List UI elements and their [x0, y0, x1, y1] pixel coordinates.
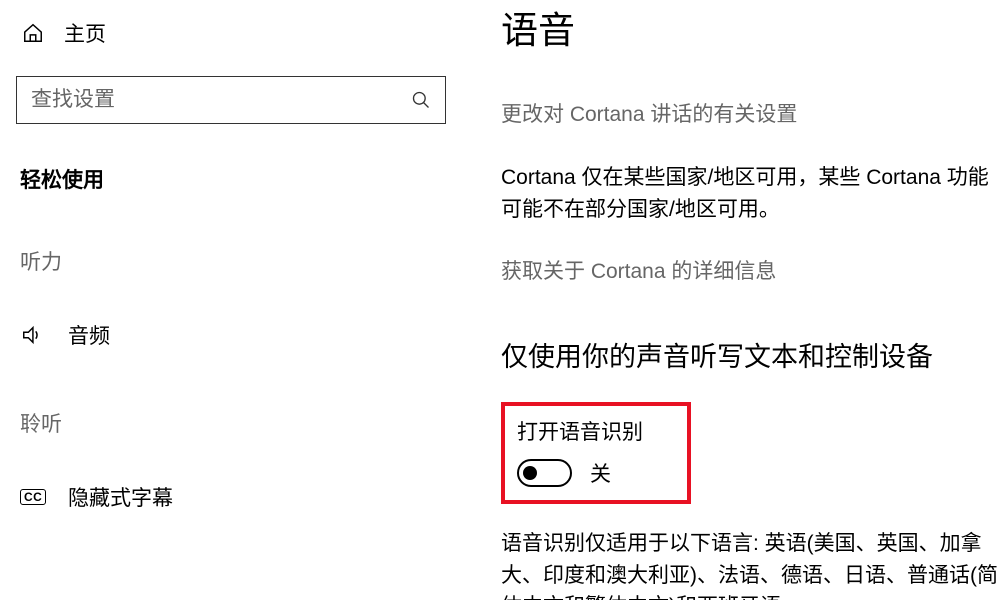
search-box[interactable] — [16, 76, 446, 124]
highlight-annotation: 打开语音识别 关 — [501, 402, 691, 504]
cortana-settings-heading: 更改对 Cortana 讲话的有关设置 — [501, 98, 1000, 128]
page-title: 语音 — [501, 0, 1000, 54]
sidebar-item-captions[interactable]: CC 隐藏式字幕 — [16, 476, 449, 518]
audio-icon — [20, 324, 46, 346]
home-nav[interactable]: 主页 — [16, 18, 449, 48]
cortana-availability-text: Cortana 仅在某些国家/地区可用，某些 Cortana 功能可能不在部分国… — [501, 162, 1000, 225]
cortana-info-link[interactable]: 获取关于 Cortana 的详细信息 — [501, 255, 1000, 285]
home-icon — [22, 22, 44, 44]
captions-icon: CC — [20, 489, 46, 505]
sidebar-item-label: 音频 — [68, 320, 110, 350]
sidebar-item-audio[interactable]: 音频 — [16, 314, 449, 356]
sidebar-group-hearing: 听力 — [16, 246, 449, 276]
sidebar-item-label: 隐藏式字幕 — [68, 482, 173, 512]
content-pane: 语音 更改对 Cortana 讲话的有关设置 Cortana 仅在某些国家/地区… — [465, 0, 1000, 600]
toggle-knob — [523, 466, 537, 480]
toggle-state-text: 关 — [590, 458, 611, 488]
speech-recognition-toggle-label: 打开语音识别 — [517, 416, 675, 446]
home-label: 主页 — [64, 18, 106, 48]
sidebar-group-listen: 聆听 — [16, 408, 449, 438]
search-input[interactable] — [31, 88, 411, 112]
supported-languages-text: 语音识别仅适用于以下语言: 英语(美国、英国、加拿大、印度和澳大利亚)、法语、德… — [501, 528, 1000, 600]
voice-control-heading: 仅使用你的声音听写文本和控制设备 — [501, 335, 1000, 374]
speech-recognition-toggle[interactable] — [517, 459, 572, 487]
settings-sidebar: 主页 轻松使用 听力 音频 聆听 CC 隐藏式字幕 — [0, 0, 465, 600]
search-icon — [411, 90, 431, 110]
sidebar-section-label: 轻松使用 — [16, 164, 449, 194]
